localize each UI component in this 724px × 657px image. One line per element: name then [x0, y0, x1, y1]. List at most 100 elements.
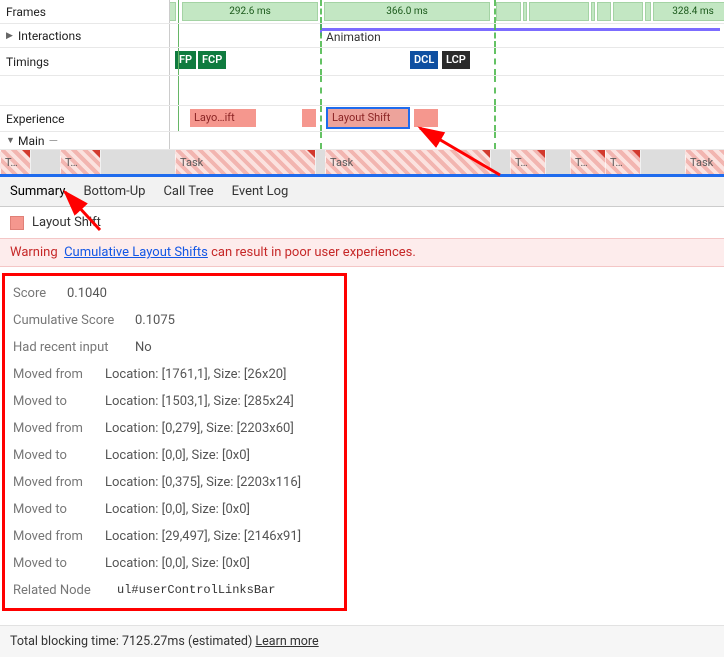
tab-summary[interactable]: Summary — [10, 178, 65, 205]
task-segment[interactable] — [490, 150, 510, 174]
detail-row: Moved fromLocation: [0,375], Size: [2203… — [5, 469, 344, 496]
timing-fp[interactable]: FP — [175, 51, 196, 69]
long-task-icon — [92, 150, 100, 158]
frame-chunk[interactable]: 366.0 ms — [324, 2, 490, 21]
task-segment[interactable] — [30, 150, 60, 174]
timing-dcl[interactable]: DCL — [410, 51, 438, 69]
detail-row: Score0.1040 — [5, 280, 344, 307]
experience-row: Experience Layo…ift Layout Shift — [0, 106, 724, 132]
guide — [178, 0, 179, 23]
long-task-icon — [597, 150, 605, 158]
task-segment[interactable]: T… — [60, 150, 100, 174]
task-segment[interactable] — [315, 150, 325, 174]
guide — [178, 24, 179, 47]
warning-link[interactable]: Cumulative Layout Shifts — [64, 245, 208, 260]
detail-row: Moved fromLocation: [0,279], Size: [2203… — [5, 415, 344, 442]
frame-chunk[interactable]: 292.6 ms — [182, 2, 318, 21]
task-segment[interactable] — [545, 150, 570, 174]
tab-bottom-up[interactable]: Bottom-Up — [83, 178, 145, 205]
details-panel: Score0.1040 Cumulative Score0.1075 Had r… — [2, 273, 347, 611]
detail-row: Had recent inputNo — [5, 334, 344, 361]
warning-prefix: Warning — [10, 245, 58, 260]
detail-row: Moved fromLocation: [1761,1], Size: [26x… — [5, 361, 344, 388]
guide — [178, 76, 179, 105]
timings-label: Timings — [0, 48, 170, 75]
frame-chunk[interactable] — [529, 2, 589, 21]
long-task-icon — [537, 150, 545, 158]
detail-row: Moved toLocation: [0,0], Size: [0x0] — [5, 442, 344, 469]
guide — [494, 48, 496, 75]
task-segment[interactable]: Task — [325, 150, 490, 174]
detail-row: Cumulative Score0.1075 — [5, 307, 344, 334]
guide — [320, 76, 322, 105]
guide — [320, 132, 322, 149]
main-track-row: T… T… Task Task T… T… T… Task — [0, 150, 724, 174]
frame-chunk[interactable] — [645, 2, 651, 21]
task-segment[interactable] — [640, 150, 685, 174]
guide — [320, 48, 322, 75]
footer: Total blocking time: 7125.27ms (estimate… — [0, 625, 724, 657]
experience-block[interactable] — [414, 109, 438, 127]
frames-row: Frames 467.0 ms 292.6 ms 366.0 ms 328.4 … — [0, 0, 724, 24]
warning-rest: can result in poor user experiences. — [208, 245, 416, 260]
guide — [320, 106, 322, 131]
footer-text: Total blocking time: 7125.27ms (estimate… — [10, 634, 255, 649]
guide — [494, 106, 496, 131]
timing-lcp[interactable]: LCP — [442, 51, 470, 69]
detail-row: Moved toLocation: [0,0], Size: [0x0] — [5, 496, 344, 523]
experience-block-selected[interactable]: Layout Shift — [328, 109, 408, 127]
guide — [178, 106, 179, 131]
long-task-icon — [22, 150, 30, 158]
summary-title: Layout Shift — [32, 215, 101, 230]
task-segment[interactable]: Task — [685, 150, 724, 174]
interactions-row: ▶ Interactions Animation — [0, 24, 724, 48]
guide — [494, 132, 496, 149]
detail-row: Moved toLocation: [1503,1], Size: [285x2… — [5, 388, 344, 415]
frames-label: Frames — [0, 0, 170, 23]
timings-track[interactable]: FP FCP DCL LCP — [170, 48, 724, 75]
long-task-icon — [482, 150, 490, 158]
detail-row: Related Nodeul#userControlLinksBar — [5, 577, 344, 604]
frame-chunk[interactable] — [496, 2, 521, 21]
tab-event-log[interactable]: Event Log — [232, 178, 289, 205]
interactions-track[interactable]: Animation — [170, 24, 724, 47]
tab-call-tree[interactable]: Call Tree — [163, 178, 213, 205]
main-label[interactable]: ▼ Main — — [0, 132, 170, 149]
summary-header: Layout Shift — [0, 207, 724, 238]
task-segment[interactable] — [100, 150, 175, 174]
frame-chunk[interactable]: 328.4 ms — [653, 2, 724, 21]
task-segment[interactable]: T… — [510, 150, 545, 174]
task-segment[interactable]: T… — [0, 150, 30, 174]
detail-row: Moved toLocation: [0,0], Size: [0x0] — [5, 550, 344, 577]
main-header-row: ▼ Main — — [0, 132, 724, 150]
frame-chunk[interactable] — [597, 2, 611, 21]
disclosure-triangle-icon[interactable]: ▶ — [6, 31, 14, 41]
long-task-icon — [307, 150, 315, 158]
experience-track[interactable]: Layo…ift Layout Shift — [170, 106, 724, 131]
details-tabs: Summary Bottom-Up Call Tree Event Log — [0, 177, 724, 207]
task-segment[interactable]: Task — [175, 150, 315, 174]
experience-block[interactable] — [302, 109, 316, 127]
learn-more-link[interactable]: Learn more — [255, 634, 318, 649]
guide — [494, 76, 496, 105]
frame-chunk[interactable] — [613, 2, 643, 21]
main-track[interactable]: T… T… Task Task T… T… T… Task — [0, 150, 724, 174]
frame-chunk[interactable] — [523, 2, 527, 21]
timing-fcp[interactable]: FCP — [198, 51, 226, 69]
task-segment[interactable]: T… — [570, 150, 605, 174]
long-task-icon — [632, 150, 640, 158]
experience-block[interactable]: Layo…ift — [190, 109, 256, 127]
interactions-label[interactable]: ▶ Interactions — [0, 24, 170, 47]
animation-label: Animation — [326, 30, 381, 44]
frame-chunk[interactable] — [591, 2, 595, 21]
timings-row: Timings FP FCP DCL LCP — [0, 48, 724, 76]
task-segment[interactable]: T… — [605, 150, 640, 174]
warning-bar: Warning Cumulative Layout Shifts can res… — [0, 238, 724, 267]
experience-label: Experience — [0, 106, 170, 131]
detail-row: Moved fromLocation: [29,497], Size: [214… — [5, 523, 344, 550]
related-node[interactable]: ul#userControlLinksBar — [117, 583, 275, 598]
frames-track[interactable]: 467.0 ms 292.6 ms 366.0 ms 328.4 ms — [170, 0, 724, 23]
layout-shift-swatch-icon — [10, 216, 24, 230]
guide — [320, 0, 322, 23]
disclosure-triangle-icon[interactable]: ▼ — [6, 135, 14, 146]
